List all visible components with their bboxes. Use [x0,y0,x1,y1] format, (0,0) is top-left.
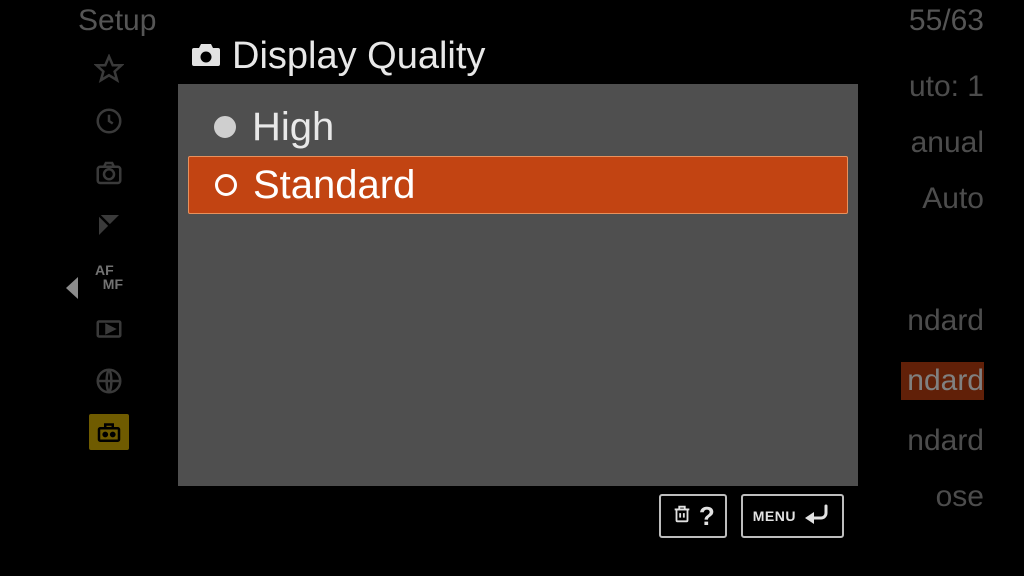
menu-label: MENU [753,508,796,524]
option-label: Standard [253,163,415,208]
bg-value: uto: 1 [901,72,984,102]
bg-value: anual [901,128,984,158]
bg-value-highlighted: ndard [901,362,984,400]
clock-icon [90,102,128,140]
bg-page-indicator: 55/63 [909,4,984,38]
af-mf-icon: AF MF [89,258,129,296]
help-label: ? [699,501,715,532]
help-button[interactable]: ? [659,494,727,538]
star-icon [90,50,128,88]
radio-icon [215,174,237,196]
bg-value: ndard [901,426,984,456]
left-arrow-icon [62,275,82,306]
radio-icon [214,116,236,138]
modal-title: Display Quality [232,35,485,78]
back-arrow-icon [802,502,832,531]
bg-value: ndard [901,306,984,336]
globe-icon [90,362,128,400]
bg-value: Auto [901,184,984,214]
modal-title-bar: Display Quality [178,28,858,84]
exposure-icon [90,206,128,244]
bg-values: uto: 1 anual Auto ndard ndard ndard ose [901,72,984,538]
display-quality-modal: Display Quality High Standard ? MENU [178,28,858,546]
menu-back-button[interactable]: MENU [741,494,844,538]
bg-value: ose [901,482,984,512]
option-high[interactable]: High [188,98,848,156]
modal-footer: ? MENU [178,486,858,546]
camera-icon [190,40,222,73]
toolbox-icon [89,414,129,450]
option-standard[interactable]: Standard [188,156,848,214]
trash-icon [671,503,693,530]
camera-icon [90,154,128,192]
playback-icon [90,310,128,348]
bg-header: Setup [78,4,156,38]
modal-body: High Standard [178,84,858,486]
bg-sidebar: AF MF [84,50,134,450]
option-label: High [252,105,334,150]
